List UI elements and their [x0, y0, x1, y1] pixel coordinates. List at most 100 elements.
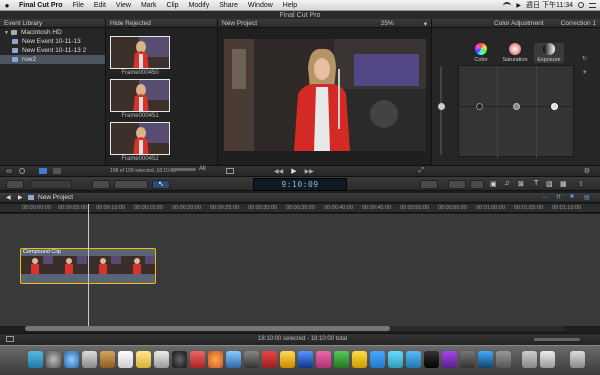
tab-exposure[interactable]: Exposure — [534, 43, 564, 63]
app-icon[interactable] — [406, 351, 421, 368]
transitions-icon[interactable]: ⊠ — [518, 180, 524, 188]
tab-saturation[interactable]: Saturation — [500, 43, 530, 63]
zoom-slider[interactable] — [534, 338, 580, 341]
menu-edit[interactable]: Edit — [89, 2, 111, 9]
go-to-end-icon[interactable]: ▶▶ — [305, 168, 314, 175]
timeline-ruler[interactable]: 00:00:00:00 00:00:05:00 00:00:10:00 00:0… — [0, 204, 600, 213]
documents-stack-icon[interactable] — [540, 351, 555, 368]
filter-select[interactable]: All — [199, 166, 206, 172]
grid-view-icon[interactable] — [53, 168, 61, 174]
solo-icon[interactable]: ■ — [570, 194, 574, 200]
clip-appearance-icon[interactable]: ▤ — [584, 194, 590, 201]
import-media-button[interactable] — [6, 180, 24, 189]
go-to-start-icon[interactable]: ◀◀ — [274, 168, 283, 175]
correction-select[interactable]: Correction 1 — [561, 20, 596, 27]
viewer-options-icon[interactable] — [226, 168, 234, 174]
menu-modify[interactable]: Modify — [184, 2, 215, 9]
skimming-icon[interactable]: ↔ — [542, 194, 548, 200]
notes-icon[interactable] — [136, 351, 151, 368]
app-icon[interactable] — [460, 351, 475, 368]
menu-file[interactable]: File — [68, 2, 89, 9]
timeline-index-icon[interactable] — [6, 336, 14, 342]
select-tool-button[interactable]: ↖ — [152, 180, 170, 189]
video-canvas[interactable] — [224, 39, 426, 151]
final-cut-pro-icon[interactable] — [424, 351, 439, 368]
enhancements-button[interactable] — [420, 180, 438, 189]
list-view-icon[interactable] — [39, 168, 47, 174]
menu-help[interactable]: Help — [278, 2, 302, 9]
view-options-icon[interactable] — [5, 168, 13, 174]
generators-icon[interactable]: ▧ — [546, 180, 553, 188]
tab-color[interactable]: Color — [466, 43, 496, 63]
search-icon[interactable] — [578, 2, 584, 8]
menu-view[interactable]: View — [111, 2, 136, 9]
app-icon[interactable] — [370, 351, 385, 368]
forward-icon[interactable]: ▶ — [18, 194, 23, 201]
facetime-icon[interactable] — [172, 351, 187, 368]
midtones-puck[interactable] — [513, 103, 520, 110]
photo-booth-icon[interactable] — [190, 351, 205, 368]
browser-header[interactable]: Hide Rejected — [106, 19, 217, 28]
menu-app[interactable]: Final Cut Pro — [14, 2, 68, 9]
word-icon[interactable] — [298, 351, 313, 368]
menu-share[interactable]: Share — [214, 2, 243, 9]
inspector-button[interactable] — [470, 180, 484, 189]
volume-icon[interactable]: ▶ — [516, 2, 521, 9]
snapping-icon[interactable]: ⇈ — [556, 194, 561, 201]
retime-button[interactable] — [448, 180, 466, 189]
browser-thumbnail[interactable] — [110, 79, 170, 112]
share-icon[interactable]: ⇧ — [578, 180, 584, 188]
dashboard-timecode[interactable]: 9:10:09 — [253, 178, 347, 191]
shadows-puck[interactable] — [476, 103, 483, 110]
menu-clock[interactable]: 週日 下午11:34 — [526, 0, 573, 10]
browser-thumbnail[interactable] — [110, 122, 170, 155]
back-icon[interactable]: ◀ — [6, 194, 11, 201]
apple-menu-icon[interactable]: ● — [0, 1, 14, 10]
mail-icon[interactable] — [82, 351, 97, 368]
fullscreen-icon[interactable]: ⤢ — [418, 167, 424, 175]
settings-icon[interactable]: ⚙ — [584, 167, 590, 175]
app-store-icon[interactable] — [226, 351, 241, 368]
themes-icon[interactable]: ▦ — [560, 180, 567, 188]
app-icon[interactable] — [388, 351, 403, 368]
library-item-macintosh-hd[interactable]: ▼ Macintosh HD — [0, 28, 105, 37]
photoshop-icon[interactable] — [478, 351, 493, 368]
edit-buttons-group[interactable] — [30, 180, 72, 189]
titles-icon[interactable]: T — [534, 180, 538, 187]
view-menu[interactable]: ▾ — [424, 20, 427, 27]
keyword-button[interactable] — [92, 180, 110, 189]
menu-window[interactable]: Window — [243, 2, 278, 9]
camera-icon[interactable]: ▣ — [490, 180, 497, 188]
calendar-icon[interactable] — [118, 351, 133, 368]
disclosure-triangle-icon[interactable]: ▼ — [4, 30, 9, 36]
library-item-row2[interactable]: row2 — [0, 55, 105, 64]
launchpad-icon[interactable] — [46, 351, 61, 368]
app-icon[interactable] — [496, 351, 511, 368]
browser-thumbnail[interactable] — [110, 36, 170, 69]
system-preferences-icon[interactable] — [244, 351, 259, 368]
thumbnail-size-slider[interactable] — [170, 168, 196, 171]
downloads-stack-icon[interactable] — [522, 351, 537, 368]
playhead[interactable] — [88, 204, 89, 326]
powerpoint-icon[interactable] — [316, 351, 331, 368]
reset-icon[interactable]: ↻ — [582, 55, 587, 62]
wifi-icon[interactable] — [503, 2, 512, 8]
zoom-select[interactable]: 25% — [381, 20, 394, 27]
master-puck[interactable] — [438, 103, 445, 110]
gear-icon[interactable] — [19, 168, 25, 174]
library-item-event-2[interactable]: New Event 10-11-13 2 — [0, 46, 105, 55]
safari-icon[interactable] — [64, 351, 79, 368]
highlights-puck[interactable] — [551, 103, 558, 110]
master-slider-track[interactable] — [440, 67, 442, 155]
trash-icon[interactable] — [570, 351, 585, 368]
excel-icon[interactable] — [334, 351, 349, 368]
app-icon[interactable] — [280, 351, 295, 368]
app-icon[interactable] — [352, 351, 367, 368]
reminders-icon[interactable] — [154, 351, 169, 368]
contacts-icon[interactable] — [100, 351, 115, 368]
menu-mark[interactable]: Mark — [136, 2, 162, 9]
app-icon[interactable] — [262, 351, 277, 368]
timeline-area[interactable]: Compound Clip — [0, 214, 600, 326]
connect-insert-append-buttons[interactable] — [114, 180, 148, 189]
premiere-icon[interactable] — [442, 351, 457, 368]
